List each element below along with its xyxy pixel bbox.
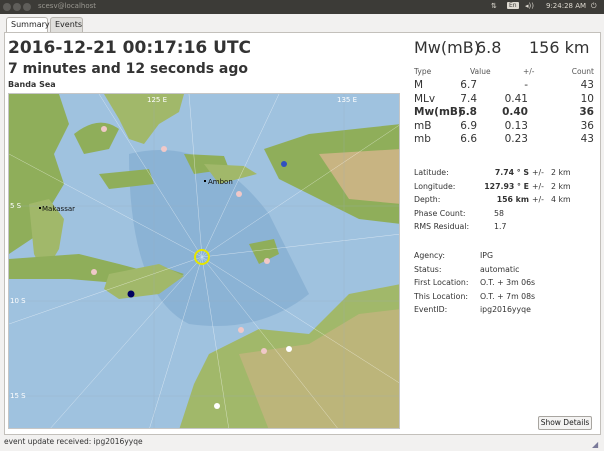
status-bar-message: event update received: ipg2016yyqe: [4, 437, 143, 446]
location-info: Latitude: 7.74 ° S +/- 2 km Longitude: 1…: [414, 168, 600, 236]
cell-count: 10: [580, 92, 594, 105]
this-location-label: This Location:: [414, 291, 469, 301]
col-value: Value: [470, 67, 491, 76]
show-details-button[interactable]: Show Details: [538, 416, 592, 430]
event-id-row: EventID: ipg2016yyqe: [414, 305, 600, 319]
event-id-value: ipg2016yyqe: [480, 305, 531, 314]
window-maximize-icon[interactable]: [23, 3, 31, 11]
status-value: automatic: [480, 264, 520, 274]
event-id-label: EventID:: [414, 305, 448, 314]
cell-type: mb: [414, 133, 431, 145]
magnitude-table: Type Value +/- Count M 6.7 - 43 MLv 7.4 …: [414, 67, 594, 147]
event-map[interactable]: 125 E 135 E 5 S 10 S 15 S Ambon Makassar: [8, 93, 400, 429]
event-meta: Agency: IPG Status: automatic First Loca…: [414, 251, 600, 319]
cell-type: Mw(mB): [414, 106, 463, 118]
lon-label-125: 125 E: [147, 96, 168, 104]
first-location-label: First Location:: [414, 278, 469, 287]
lon-label-135: 135 E: [337, 96, 358, 104]
agency-row: Agency: IPG: [414, 251, 600, 265]
table-row[interactable]: mB 6.9 0.13 36: [414, 120, 594, 134]
depth-label: Depth:: [414, 195, 441, 204]
cell-count: 43: [580, 79, 594, 91]
depth-value: 156 km: [496, 195, 529, 204]
rms-label: RMS Residual:: [414, 222, 470, 231]
power-icon[interactable]: ⏻: [591, 2, 597, 11]
magnitude-value: 6.8: [476, 38, 502, 57]
longitude-label: Longitude:: [414, 181, 456, 191]
resize-grip-icon[interactable]: ◢: [592, 440, 598, 449]
latitude-row: Latitude: 7.74 ° S +/- 2 km: [414, 168, 600, 182]
tab-events[interactable]: Events: [50, 17, 83, 33]
cell-pm: -: [524, 79, 528, 91]
cell-value: 7.4: [460, 92, 477, 105]
this-location-row: This Location: O.T. + 7m 08s: [414, 292, 600, 306]
volume-icon[interactable]: ◂)): [525, 2, 534, 10]
cell-pm: 0.40: [502, 106, 528, 118]
rms-value: 1.7: [494, 222, 507, 231]
table-row[interactable]: M 6.7 - 43: [414, 79, 594, 93]
agency-label: Agency:: [414, 251, 445, 260]
first-location-value: O.T. + 3m 06s: [480, 278, 536, 287]
longitude-value: 127.93 ° E: [484, 181, 529, 191]
latitude-pm: +/-: [532, 168, 544, 177]
lat-label-5s: 5 S: [10, 202, 22, 210]
cell-count: 36: [579, 106, 594, 118]
window-title: scesv@localhost: [38, 2, 97, 10]
time-ago: 7 minutes and 12 seconds ago: [8, 61, 249, 77]
cell-count: 43: [580, 133, 594, 145]
status-label: Status:: [414, 264, 442, 274]
cell-type: mB: [414, 119, 432, 132]
agency-value: IPG: [480, 251, 494, 260]
depth-row: Depth: 156 km +/- 4 km: [414, 195, 600, 209]
keyboard-layout-indicator[interactable]: En: [507, 2, 519, 9]
origin-time: 2016-12-21 00:17:16 UTC: [8, 38, 252, 58]
table-row[interactable]: MLv 7.4 0.41 10: [414, 93, 594, 107]
latitude-label: Latitude:: [414, 168, 449, 177]
cell-value: 6.9: [460, 119, 477, 132]
region-name: Banda Sea: [8, 80, 56, 89]
col-pm: +/-: [523, 67, 535, 76]
rms-row: RMS Residual: 1.7: [414, 222, 600, 236]
cell-type: MLv: [414, 92, 436, 105]
cell-value: 6.7: [460, 79, 477, 91]
phase-count-label: Phase Count:: [414, 208, 466, 218]
depth-error: 4 km: [551, 195, 571, 204]
table-row[interactable]: mb 6.6 0.23 43: [414, 133, 594, 147]
city-label-makassar: Makassar: [42, 205, 76, 213]
cell-pm: 0.13: [504, 119, 528, 132]
cell-pm: 0.23: [504, 133, 528, 145]
latitude-error: 2 km: [551, 168, 571, 177]
phase-count-value: 58: [494, 208, 504, 218]
this-location-value: O.T. + 7m 08s: [480, 291, 536, 301]
city-label-ambon: Ambon: [208, 178, 233, 186]
cell-value: 6.8: [458, 106, 477, 118]
cell-type: M: [414, 79, 424, 91]
window-minimize-icon[interactable]: [13, 3, 21, 11]
cell-value: 6.6: [460, 133, 477, 145]
lat-label-10s: 10 S: [10, 297, 26, 305]
network-icon[interactable]: ⇅: [491, 2, 497, 10]
col-count: Count: [571, 67, 594, 76]
first-location-row: First Location: O.T. + 3m 06s: [414, 278, 600, 292]
cell-pm: 0.41: [504, 92, 528, 105]
col-type: Type: [414, 67, 432, 76]
longitude-pm: +/-: [532, 181, 544, 191]
table-row-preferred[interactable]: Mw(mB) 6.8 0.40 36: [414, 106, 594, 120]
latitude-value: 7.74 ° S: [494, 168, 529, 177]
cell-count: 36: [580, 119, 594, 132]
clock[interactable]: 9:24:28 AM: [546, 2, 586, 10]
window-close-icon[interactable]: [3, 3, 11, 11]
lat-label-15s: 15 S: [10, 392, 26, 400]
depth-headline: 156 km: [529, 38, 590, 57]
depth-pm: +/-: [532, 195, 544, 204]
map-canvas: [9, 94, 399, 428]
status-row: Status: automatic: [414, 265, 600, 279]
magnitude-type: Mw(mB): [414, 38, 480, 57]
phase-count-row: Phase Count: 58: [414, 209, 600, 223]
longitude-row: Longitude: 127.93 ° E +/- 2 km: [414, 182, 600, 196]
longitude-error: 2 km: [551, 181, 571, 191]
system-top-bar: scesv@localhost ⇅ En ◂)) 9:24:28 AM ⏻: [0, 0, 604, 14]
magnitude-table-header: Type Value +/- Count: [414, 67, 594, 79]
